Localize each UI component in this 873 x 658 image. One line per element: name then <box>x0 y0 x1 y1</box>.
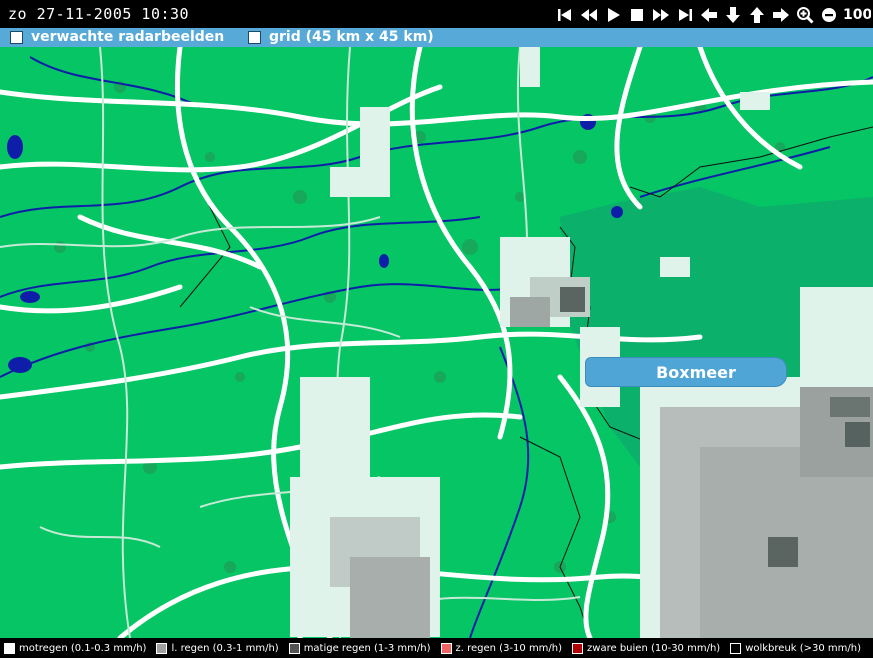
legend-label: wolkbreuk (>30 mm/h) <box>745 642 862 654</box>
zoom-out-icon <box>822 8 836 22</box>
legend-item-showers: zware buien (10-30 mm/h) <box>568 642 721 654</box>
pan-left-button[interactable] <box>697 4 721 26</box>
zoom-level: 100 <box>843 7 871 23</box>
pan-right-button[interactable] <box>769 4 793 26</box>
skip-to-start-icon <box>558 9 571 21</box>
forecast-label: verwachte radarbeelden <box>31 29 225 45</box>
legend-swatch <box>4 642 15 654</box>
rewind-icon <box>581 9 597 21</box>
last-frame-button[interactable] <box>673 4 697 26</box>
legend-swatch <box>730 642 742 654</box>
playback-controls: 100 <box>553 4 873 26</box>
legend-item-moderate-rain: matige regen (1-3 mm/h) <box>285 642 431 654</box>
grid-label: grid (45 km x 45 km) <box>269 29 434 45</box>
forecast-toggle[interactable]: verwachte radarbeelden <box>10 29 224 45</box>
arrow-left-icon <box>701 8 717 22</box>
step-back-button[interactable] <box>577 4 601 26</box>
legend-bar: motregen (0.1-0.3 mm/h) l. regen (0.3-1 … <box>0 638 873 658</box>
grid-checkbox[interactable] <box>248 30 261 44</box>
options-bar: verwachte radarbeelden grid (45 km x 45 … <box>0 28 873 47</box>
timestamp: zo 27-11-2005 10:30 <box>8 5 190 23</box>
zoom-in-button[interactable] <box>793 4 817 26</box>
legend-label: matige regen (1-3 mm/h) <box>303 642 431 654</box>
legend-item-heavy-rain: z. regen (3-10 mm/h) <box>437 642 563 654</box>
zoom-out-button[interactable] <box>817 4 841 26</box>
legend-swatch <box>156 642 168 654</box>
play-icon <box>608 8 620 22</box>
map-canvas <box>0 47 873 638</box>
pan-up-button[interactable] <box>745 4 769 26</box>
legend-swatch <box>572 642 584 654</box>
radar-map[interactable]: Boxmeer <box>0 47 873 638</box>
legend-label: l. regen (0.3-1 mm/h) <box>171 642 279 654</box>
stop-icon <box>631 9 643 21</box>
grid-toggle[interactable]: grid (45 km x 45 km) <box>248 29 434 45</box>
legend-label: z. regen (3-10 mm/h) <box>455 642 563 654</box>
legend-item-cloudburst: wolkbreuk (>30 mm/h) <box>726 642 862 654</box>
arrow-down-icon <box>726 7 740 23</box>
stop-button[interactable] <box>625 4 649 26</box>
legend-label: motregen (0.1-0.3 mm/h) <box>19 642 147 654</box>
zoom-in-icon <box>797 7 814 24</box>
step-forward-button[interactable] <box>649 4 673 26</box>
arrow-right-icon <box>773 8 789 22</box>
pan-down-button[interactable] <box>721 4 745 26</box>
legend-item-drizzle: motregen (0.1-0.3 mm/h) <box>0 642 147 654</box>
fast-forward-icon <box>653 9 669 21</box>
play-button[interactable] <box>601 4 625 26</box>
forecast-checkbox[interactable] <box>10 30 23 44</box>
legend-item-light-rain: l. regen (0.3-1 mm/h) <box>152 642 279 654</box>
skip-to-end-icon <box>679 9 692 21</box>
arrow-up-icon <box>750 7 764 23</box>
legend-swatch <box>288 642 300 654</box>
legend-swatch <box>440 642 452 654</box>
place-label-boxmeer[interactable]: Boxmeer <box>585 357 787 387</box>
legend-label: zware buien (10-30 mm/h) <box>587 642 721 654</box>
first-frame-button[interactable] <box>553 4 577 26</box>
top-bar: zo 27-11-2005 10:30 100 <box>0 0 873 28</box>
